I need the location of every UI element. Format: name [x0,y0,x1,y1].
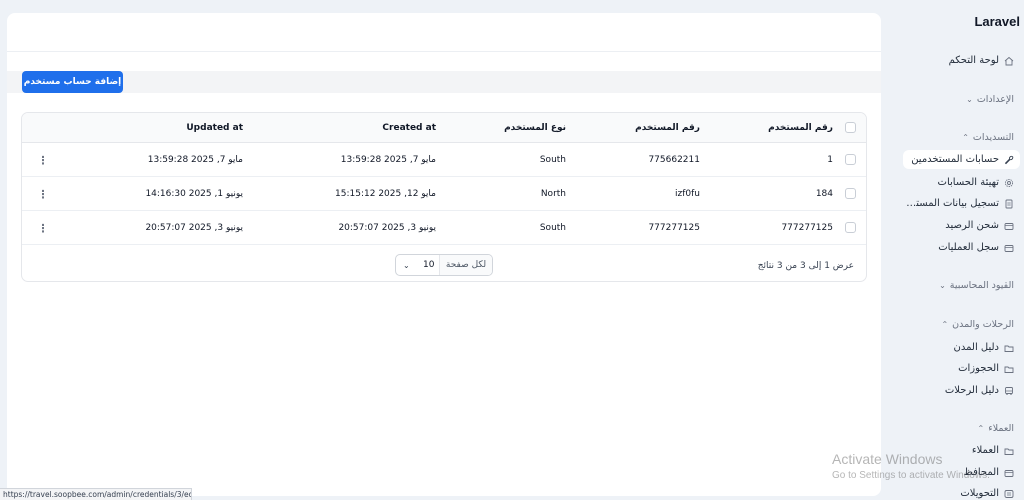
sidebar-item-label: تسجيل بيانات المستخ... [903,198,999,209]
sidebar-item-bookings[interactable]: الحجوزات [903,359,1020,378]
sidebar-item-label: دليل المدن [953,342,999,353]
sidebar-item-label: سجل العمليات [938,242,999,253]
sidebar-group-label: العملاء [988,422,1014,434]
sidebar-group-label: القيود المحاسبية [949,279,1014,291]
activation-watermark-subtitle: Go to Settings to activate Windows. [832,470,990,481]
cell-created-at: يونيو 3, 2025 20:57:07 [338,223,436,233]
row-actions-kebab-icon[interactable]: ⋮ [38,143,49,177]
header-user-id[interactable]: رقم المستخدم [768,113,833,143]
table-row[interactable]: 184 izf0fu North مايو 12, 2025 15:15:12 … [22,177,866,211]
bus-icon [1004,386,1014,396]
wallet-icon [1004,221,1014,231]
cell-created-at: مايو 12, 2025 15:15:12 [335,189,436,199]
sidebar-item-user-accounts[interactable]: حسابات المستخدمين [903,150,1020,169]
select-all-checkbox[interactable] [845,122,856,133]
wallet-icon [1004,243,1014,253]
cell-user-id: 777277125 [781,223,833,233]
cell-created-at: مايو 7, 2025 13:59:28 [340,155,436,165]
sidebar-item-transfers[interactable]: التحويلات [903,484,1020,500]
sidebar-group-customers[interactable]: العملاء ⌃ [903,420,1020,436]
cell-user-number: izf0fu [675,189,700,199]
table-row[interactable]: 777277125 777277125 South يونيو 3, 2025 … [22,211,866,245]
cell-user-type: South [539,223,566,233]
users-table: رقم المستخدم رقم المستخدم نوع المستخدم C… [21,112,867,282]
row-checkbox[interactable] [845,154,856,165]
cell-user-id: 1 [827,155,833,165]
sidebar-group-label: التسديدات [972,131,1014,143]
header-divider [7,51,881,52]
row-checkbox[interactable] [845,222,856,233]
gear-icon [1004,178,1014,188]
chevron-up-icon: ⌃ [941,319,949,329]
chevron-down-icon[interactable]: ⌄ [403,255,410,275]
sidebar-item-top-up[interactable]: شحن الرصيد [903,216,1020,235]
sidebar-item-trips-guide[interactable]: دليل الرحلات [903,381,1020,400]
wallet-icon [1004,468,1014,478]
folder-icon [1004,446,1014,456]
sidebar-item-dashboard[interactable]: لوحة التحكم [903,51,1020,70]
header-user-type[interactable]: نوع المستخدم [504,113,566,143]
wrench-icon [1004,155,1014,165]
per-page-label: لكل صفحة [439,255,492,275]
cell-user-type: South [539,155,566,165]
sidebar-item-label: التحويلات [960,488,999,499]
transfer-icon [1004,489,1014,499]
row-actions-kebab-icon[interactable]: ⋮ [38,177,49,211]
sidebar-item-label: العملاء [971,445,999,456]
toolbar [7,71,881,93]
header-user-number[interactable]: رقم المستخدم [635,113,700,143]
sidebar-item-cities-guide[interactable]: دليل المدن [903,338,1020,357]
cell-updated-at: يونيو 3, 2025 20:57:07 [145,223,243,233]
results-summary: عرض 1 إلى 3 من 3 نتائج [757,261,854,271]
folder-icon [1004,364,1014,374]
main-panel: إضافة حساب مستخدم رقم المستخدم رقم المست… [7,13,881,496]
cell-user-id: 184 [815,189,833,199]
cell-updated-at: يونيو 1, 2025 14:16:30 [145,189,243,199]
browser-status-bar: https://travel.soopbee.com/admin/credent… [0,488,192,500]
chevron-up-icon: ⌃ [962,132,969,142]
add-user-account-button[interactable]: إضافة حساب مستخدم [22,71,123,93]
sidebar-group-settings[interactable]: الإعدادات ⌄ [903,91,1020,107]
row-actions-kebab-icon[interactable]: ⋮ [38,211,49,245]
sidebar-group-accounting[interactable]: القيود المحاسبية ⌄ [903,277,1020,293]
row-checkbox[interactable] [845,188,856,199]
home-icon [1004,56,1014,66]
cell-user-number: 775662211 [648,155,700,165]
sidebar-item-label: شحن الرصيد [945,220,999,231]
per-page-value[interactable]: 10 [423,255,434,275]
activation-watermark-title: Activate Windows [832,451,943,467]
brand-logo[interactable]: Laravel [974,14,1020,29]
cell-user-type: North [540,189,566,199]
sidebar-item-label: لوحة التحكم [948,55,999,66]
cell-user-number: 777277125 [648,223,700,233]
sidebar-item-label: حسابات المستخدمين [911,154,999,165]
sidebar-group-label: الإعدادات [976,93,1014,105]
table-row[interactable]: 1 775662211 South مايو 7, 2025 13:59:28 … [22,143,866,177]
per-page-select[interactable]: لكل صفحة 10 ⌄ [395,254,493,276]
header-created-at[interactable]: Created at [382,113,436,143]
sidebar-item-transactions-log[interactable]: سجل العمليات [903,238,1020,257]
sidebar-item-user-data-registration[interactable]: تسجيل بيانات المستخ... [903,194,1020,213]
sidebar-item-accounts-setup[interactable]: تهيئة الحسابات [903,173,1020,192]
chevron-down-icon: ⌄ [939,280,946,290]
sidebar-item-label: الحجوزات [958,363,999,374]
sidebar-group-trips[interactable]: الرحلات والمدن ⌃ [903,316,1020,332]
header-updated-at[interactable]: Updated at [186,113,243,143]
sidebar-item-label: تهيئة الحسابات [937,177,999,188]
sidebar: Laravel لوحة التحكم الإعدادات ⌄ التسديدا… [882,0,1024,500]
sidebar-group-label: الرحلات والمدن [952,318,1014,330]
sidebar-item-label: دليل الرحلات [944,385,999,396]
folder-icon [1004,343,1014,353]
chevron-down-icon: ⌄ [966,94,973,104]
document-icon [1004,199,1014,209]
chevron-up-icon: ⌃ [977,423,985,433]
cell-updated-at: مايو 7, 2025 13:59:28 [147,155,243,165]
sidebar-group-payments[interactable]: التسديدات ⌃ [903,129,1020,145]
table-footer: عرض 1 إلى 3 من 3 نتائج لكل صفحة 10 ⌄ [22,249,866,281]
table-header: رقم المستخدم رقم المستخدم نوع المستخدم C… [22,113,866,143]
